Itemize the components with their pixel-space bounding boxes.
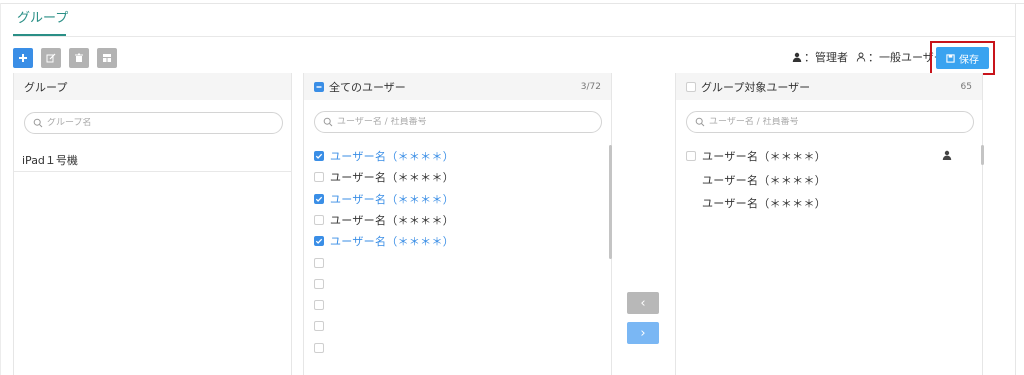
all-users-header: 全てのユーザー 3/72 <box>304 73 611 100</box>
all-users-title: 全てのユーザー <box>329 80 406 94</box>
user-name-label: ユーザー名（＊＊＊＊） <box>330 150 455 163</box>
legend-admin-label: ：管理者 <box>804 51 848 64</box>
person-solid-icon <box>792 52 802 62</box>
group-list-item[interactable]: iPad１号機 <box>14 148 291 172</box>
save-label: 保存 <box>959 54 979 66</box>
user-checkbox[interactable] <box>314 151 324 161</box>
user-name-label: ユーザー名（＊＊＊＊） <box>330 171 455 185</box>
target-users-search-input[interactable] <box>709 117 932 127</box>
check-icon <box>315 153 323 159</box>
user-list-item[interactable] <box>314 256 324 270</box>
target-user-name-label: ユーザー名（＊＊＊＊） <box>702 150 827 163</box>
user-list-item[interactable] <box>314 298 324 312</box>
target-users-count: 65 <box>960 81 972 92</box>
all-users-panel: 全てのユーザー 3/72 ユーザー名（＊＊＊＊） ユーザー名（＊＊＊＊） ユーザー名… <box>303 73 612 375</box>
person-solid-icon <box>942 150 952 160</box>
all-users-search-input[interactable] <box>337 117 560 127</box>
target-user-list-item[interactable]: ユーザー名（＊＊＊＊） <box>686 149 826 163</box>
user-list-item[interactable]: ユーザー名（＊＊＊＊） <box>314 234 454 248</box>
target-select-all-checkbox[interactable] <box>686 81 696 92</box>
target-user-checkbox[interactable] <box>686 151 696 161</box>
target-user-list-item[interactable]: ユーザー名（＊＊＊＊） <box>686 173 826 187</box>
target-users-search[interactable] <box>686 111 974 133</box>
user-list-item[interactable]: ユーザー名（＊＊＊＊） <box>314 149 454 163</box>
group-panel-title: グループ <box>24 80 68 94</box>
user-list-item[interactable] <box>314 341 324 355</box>
user-name-label: ユーザー名（＊＊＊＊） <box>330 213 455 227</box>
user-list-item[interactable]: ユーザー名（＊＊＊＊） <box>314 192 454 206</box>
delete-button[interactable] <box>69 48 89 68</box>
edit-icon <box>46 53 56 63</box>
user-checkbox[interactable] <box>314 342 324 353</box>
user-checkbox[interactable] <box>314 214 324 225</box>
group-item-label: iPad１号機 <box>22 153 78 167</box>
group-panel: グループ iPad１号機 <box>13 73 292 375</box>
search-icon <box>33 118 43 128</box>
user-list-item[interactable]: ユーザー名（＊＊＊＊） <box>314 213 454 227</box>
target-user-name-label: ユーザー名（＊＊＊＊） <box>702 173 827 187</box>
user-list-item[interactable]: ユーザー名（＊＊＊＊） <box>314 170 454 184</box>
user-list-item[interactable] <box>314 277 324 291</box>
user-checkbox[interactable] <box>314 193 324 204</box>
group-search[interactable] <box>24 112 283 134</box>
all-users-count: 3/72 <box>580 81 601 92</box>
user-name-label: ユーザー名（＊＊＊＊） <box>330 192 455 206</box>
chevron-right-icon: › <box>640 325 646 341</box>
plus-icon <box>19 54 27 62</box>
move-right-button[interactable]: › <box>627 322 659 344</box>
target-user-name-label: ユーザー名（＊＊＊＊） <box>702 197 827 210</box>
user-list-item[interactable] <box>314 319 324 333</box>
user-checkbox[interactable] <box>314 321 324 332</box>
chevron-left-icon: ‹ <box>640 295 646 311</box>
move-left-button[interactable]: ‹ <box>627 292 659 314</box>
minus-icon <box>316 85 322 88</box>
role-legend: ：管理者 ：一般ユーザー <box>792 50 945 64</box>
copy-button[interactable] <box>97 48 117 68</box>
target-users-title: グループ対象ユーザー <box>701 80 811 94</box>
all-users-scrollbar[interactable] <box>609 145 612 259</box>
check-icon <box>315 196 323 202</box>
tab-divider <box>13 36 1015 37</box>
group-panel-header: グループ <box>14 73 291 100</box>
select-all-checkbox[interactable] <box>314 81 324 92</box>
target-users-header: グループ対象ユーザー 65 <box>676 73 982 100</box>
target-user-list-item[interactable]: ユーザー名（＊＊＊＊） <box>686 196 826 210</box>
user-name-label: ユーザー名（＊＊＊＊） <box>330 235 455 249</box>
search-icon <box>695 117 705 127</box>
person-outline-icon <box>856 52 866 62</box>
target-users-scrollbar[interactable] <box>981 145 984 165</box>
user-checkbox[interactable] <box>314 278 324 289</box>
trash-icon <box>75 53 83 62</box>
user-checkbox[interactable] <box>314 257 324 268</box>
user-checkbox[interactable] <box>314 172 324 183</box>
add-button[interactable] <box>13 48 33 68</box>
user-checkbox[interactable] <box>314 300 324 311</box>
check-icon <box>315 238 323 245</box>
all-users-search[interactable] <box>314 111 602 133</box>
edit-button[interactable] <box>41 48 61 68</box>
layout-icon <box>103 54 111 62</box>
tab-group[interactable]: グループ <box>13 8 72 36</box>
target-users-panel: グループ対象ユーザー 65 ユーザー名（＊＊＊＊） ユーザー名（＊＊＊＊） ユーザー… <box>675 73 984 375</box>
user-checkbox[interactable] <box>314 236 324 247</box>
save-button[interactable]: 保存 <box>936 47 989 69</box>
group-search-input[interactable] <box>47 118 247 128</box>
save-icon <box>946 53 955 63</box>
search-icon <box>323 117 333 127</box>
